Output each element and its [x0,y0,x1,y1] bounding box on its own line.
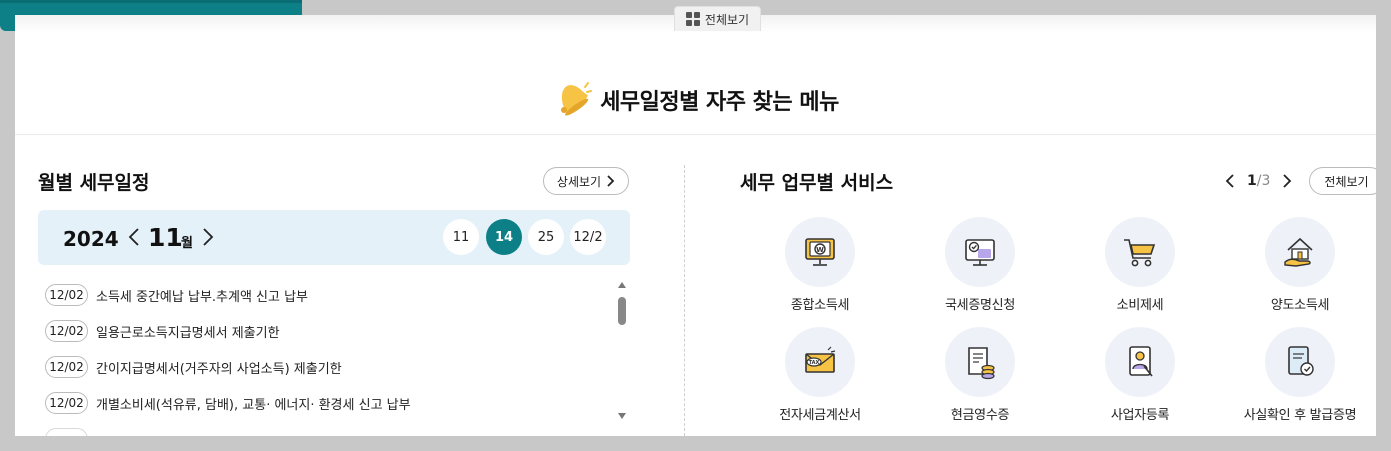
service-tax-certificate[interactable]: 국세증명신청 [905,217,1055,313]
day-button-12-2[interactable]: 12/2 [570,219,606,255]
services-title: 세무 업무별 서비스 [740,172,894,194]
all-view-label: 전체보기 [704,12,750,27]
prev-page-button[interactable] [1225,174,1235,188]
service-fact-verification-certificate[interactable]: 사실확인 후 발급증명 [1225,327,1375,423]
bell-icon [552,77,593,123]
day-button-11[interactable]: 11 [443,219,479,255]
schedule-text: 소득세 중간예납 납부.추계액 신고 납부 [96,289,309,305]
service-consumption-tax[interactable]: 소비제세 [1065,217,1215,313]
service-label: 종합소득세 [790,298,850,313]
day-button-14[interactable]: 14 [486,219,522,255]
date-badge [45,428,88,436]
business-person-icon [1129,346,1153,377]
monitor-won-icon: W [805,238,835,266]
month-number: 11 [148,223,183,252]
verified-document-icon [1288,346,1314,376]
schedule-detail-button[interactable]: 상세보기 [543,167,629,195]
service-label: 전자세금계산서 [779,408,861,423]
month-unit: 월 [181,236,193,251]
service-label: 사업자등록 [1110,408,1170,423]
next-page-button[interactable] [1282,174,1292,188]
certificate-monitor-icon [965,239,995,266]
section-title-text: 세무일정별 자주 찾는 메뉴 [600,90,839,115]
service-label: 사실확인 후 발급증명 [1243,408,1357,423]
schedule-list: 12/02 소득세 중간예납 납부.추계액 신고 납부 12/02 일용근로소득… [45,277,605,436]
service-icon-circle [1265,217,1335,287]
service-icon-circle [945,217,1015,287]
service-icon-circle [1105,217,1175,287]
schedule-text: 일용근로소득지급명세서 제출기한 [96,325,280,341]
schedule-item[interactable]: 12/02 간이지급명세서(거주자의 사업소득) 제출기한 [45,349,605,385]
prev-month-button[interactable] [128,227,140,247]
svg-text:TAX: TAX [809,360,820,366]
service-label: 양도소득세 [1270,298,1330,313]
day-button-25[interactable]: 25 [528,219,564,255]
svg-text:W: W [816,246,824,254]
service-e-tax-invoice[interactable]: TAX 전자세금계산서 [745,327,895,423]
schedule-text: 개별소비세(석유류, 담배), 교통· 에너지· 환경세 신고 납부 [96,397,411,413]
month-selector: 2024 11 월 11 14 25 12/2 [38,210,630,265]
tax-menu-panel: 세무일정별 자주 찾는 메뉴 월별 세무일정 상세보기 2024 11 월 11… [15,15,1376,436]
service-icon-circle: W [785,217,855,287]
date-badge: 12/02 [45,320,88,342]
column-divider [684,165,685,436]
next-month-button[interactable] [202,227,214,247]
schedule-item[interactable]: 12/02 일용근로소득지급명세서 제출기한 [45,313,605,349]
service-transfer-income-tax[interactable]: 양도소득세 [1225,217,1375,313]
date-badge: 12/02 [45,392,88,414]
all-view-tab[interactable]: 전체보기 [674,6,761,31]
services-pager: 1/3 [1225,173,1292,189]
grid-icon [685,12,700,26]
schedule-text: 간이지급명세서(거주자의 사업소득) 제출기한 [96,361,342,377]
service-icon-circle [945,327,1015,397]
title-divider [15,134,1376,135]
service-icon-circle [1265,327,1335,397]
year-label: 2024 [63,227,119,251]
section-title: 세무일정별 자주 찾는 메뉴 [15,77,1376,123]
chevron-right-icon [607,175,615,187]
schedule-title: 월별 세무일정 [38,172,150,194]
schedule-detail-label: 상세보기 [556,174,602,189]
service-label: 현금영수증 [950,408,1010,423]
schedule-item[interactable]: 12/02 개별소비세(석유류, 담배), 교통· 에너지· 환경세 신고 납부 [45,385,605,421]
shopping-cart-icon [1124,239,1156,267]
service-label: 국세증명신청 [945,298,1015,313]
house-hand-icon [1284,237,1313,267]
tax-envelope-icon: TAX [805,346,836,373]
page-total: 3 [1261,173,1271,189]
service-cash-receipt[interactable]: 현금영수증 [905,327,1055,423]
date-badge: 12/02 [45,356,88,378]
scroll-down-arrow[interactable] [618,413,626,419]
scrollbar-thumb[interactable] [618,297,626,325]
schedule-item[interactable]: 12/02 소득세 중간예납 납부.추계액 신고 납부 [45,277,605,313]
schedule-item-partial [45,421,605,436]
services-all-button[interactable]: 전체보기 [1309,167,1376,195]
service-label: 소비제세 [1116,298,1164,313]
scroll-up-arrow[interactable] [618,282,626,288]
page-current: 1 [1247,173,1257,189]
date-badge: 12/02 [45,284,88,306]
service-icon-circle [1105,327,1175,397]
service-business-registration[interactable]: 사업자등록 [1065,327,1215,423]
service-comprehensive-income-tax[interactable]: W 종합소득세 [745,217,895,313]
service-icon-circle: TAX [785,327,855,397]
receipt-coins-icon [968,347,995,380]
